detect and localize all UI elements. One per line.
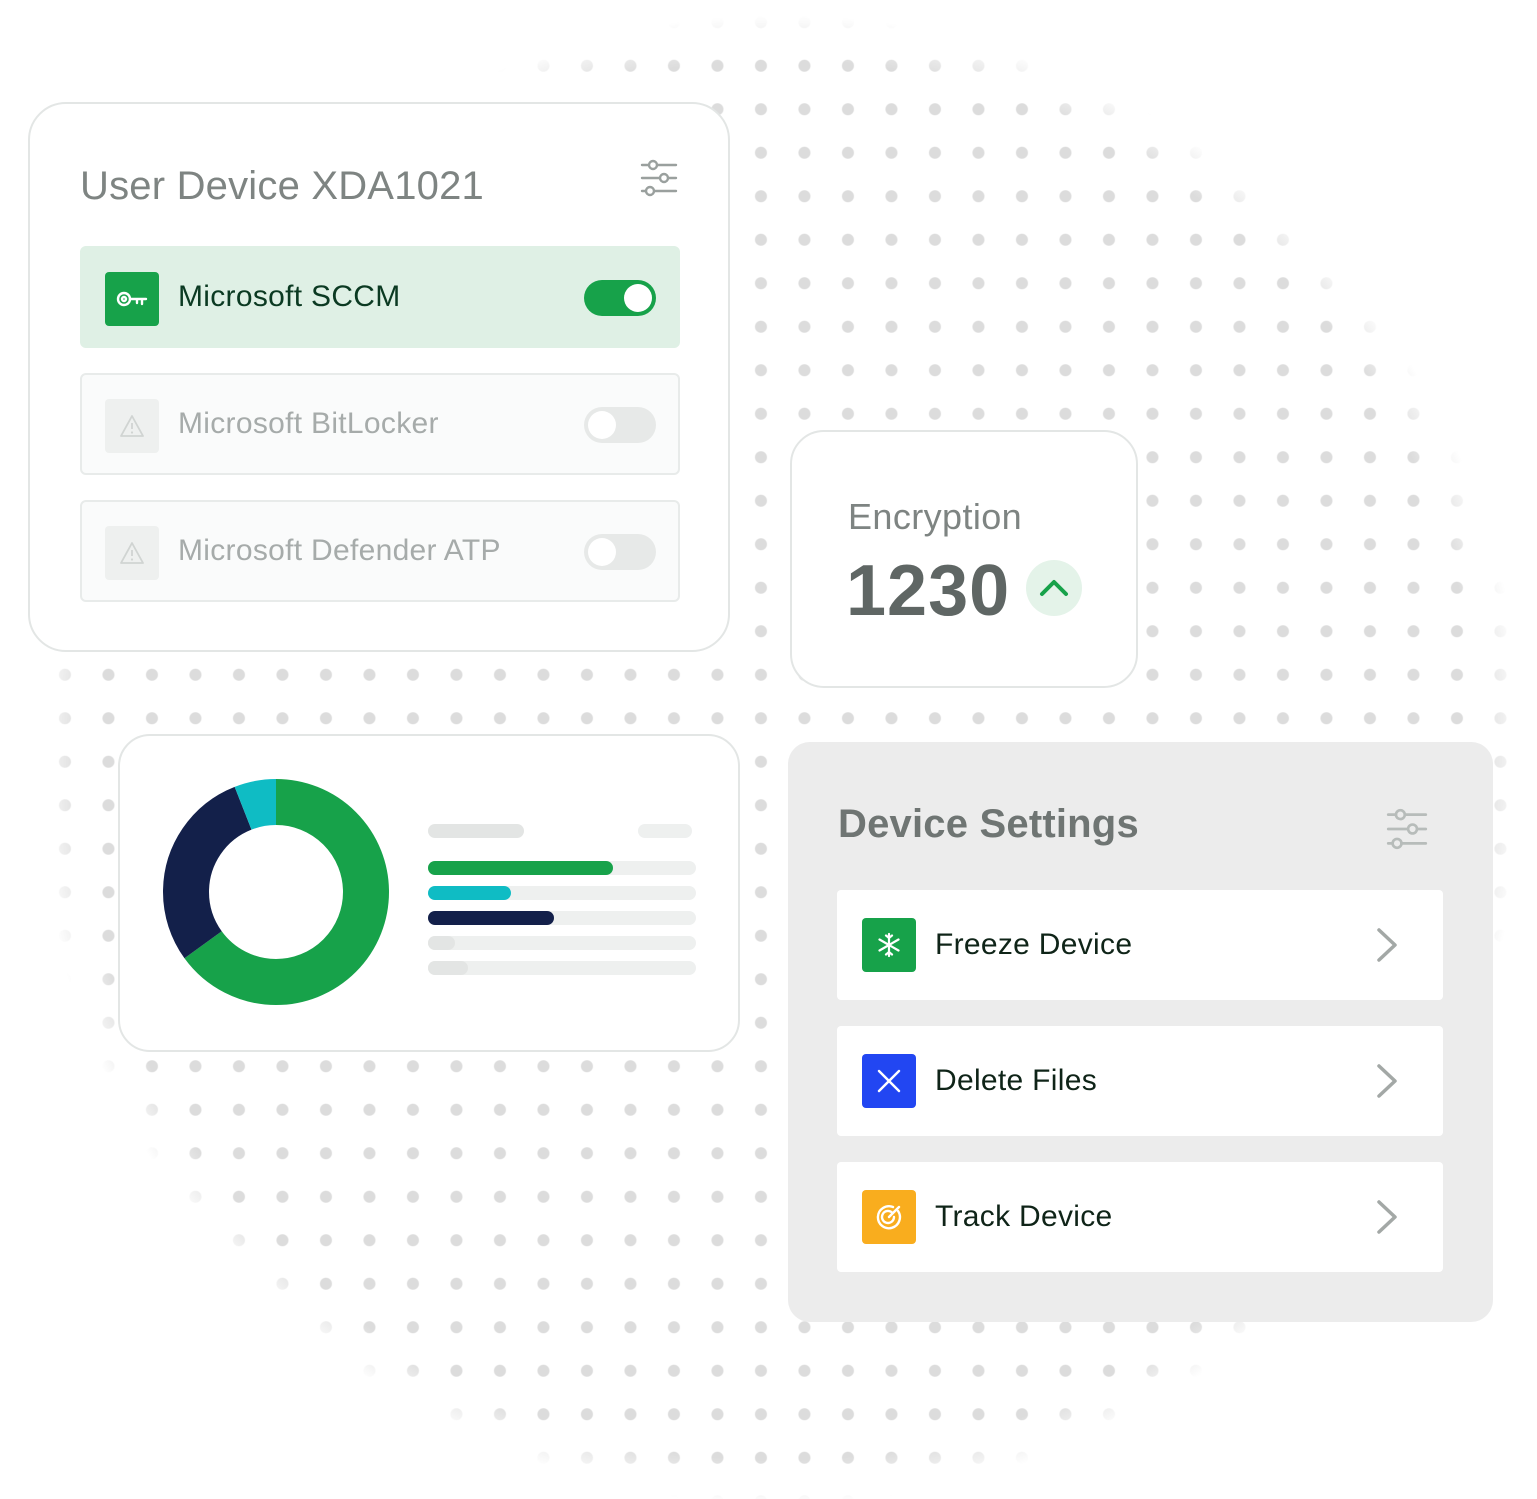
sliders-icon[interactable] (1386, 808, 1428, 850)
donut-chart (163, 779, 389, 1005)
action-label: Freeze Device (935, 928, 1133, 961)
device-settings-card: Device Settings Freeze Device Delete Fil… (788, 742, 1493, 1322)
integration-row-sccm[interactable]: Microsoft SCCM (80, 246, 680, 348)
action-freeze-device[interactable]: Freeze Device (837, 890, 1443, 1000)
chevron-right-icon (1377, 1200, 1397, 1234)
sliders-icon[interactable] (640, 159, 678, 197)
encryption-card: Encryption 1230 (790, 430, 1138, 688)
card-title: User Device XDA1021 (80, 164, 484, 208)
integration-row-defender[interactable]: Microsoft Defender ATP (80, 500, 680, 602)
legend-placeholder-title (428, 824, 524, 838)
integration-toggle[interactable] (584, 534, 656, 570)
legend-bar-2 (428, 911, 696, 925)
chart-card (118, 734, 740, 1052)
integration-toggle[interactable] (584, 280, 656, 316)
legend-bar-4 (428, 961, 696, 975)
legend-bar-1 (428, 886, 696, 900)
integration-label: Microsoft SCCM (178, 280, 401, 313)
action-label: Delete Files (935, 1064, 1097, 1097)
encryption-value: 1230 (846, 551, 1011, 631)
snowflake-icon (862, 918, 916, 972)
user-device-card: User Device XDA1021 Microsoft SCCM Micro… (28, 102, 730, 652)
card-title: Device Settings (838, 802, 1139, 846)
action-label: Track Device (935, 1200, 1113, 1233)
chevron-up-icon (1026, 560, 1082, 616)
warning-icon (105, 399, 159, 453)
legend-bar-3 (428, 936, 696, 950)
chevron-right-icon (1377, 928, 1397, 962)
integration-label: Microsoft Defender ATP (178, 534, 501, 567)
legend-bar-fill (428, 861, 613, 875)
legend-bar-fill (428, 911, 554, 925)
legend-bar-fill (428, 886, 512, 900)
legend-bar-0 (428, 861, 696, 875)
integration-label: Microsoft BitLocker (178, 407, 439, 440)
target-icon (862, 1190, 916, 1244)
legend-bar-fill (428, 961, 469, 975)
encryption-label: Encryption (848, 496, 1023, 537)
action-track-device[interactable]: Track Device (837, 1162, 1443, 1272)
close-icon (862, 1054, 916, 1108)
warning-icon (105, 526, 159, 580)
action-delete-files[interactable]: Delete Files (837, 1026, 1443, 1136)
chevron-right-icon (1377, 1064, 1397, 1098)
integration-toggle[interactable] (584, 407, 656, 443)
integration-row-bitlocker[interactable]: Microsoft BitLocker (80, 373, 680, 475)
legend-bar-fill (428, 936, 455, 950)
key-icon (105, 272, 159, 326)
legend-placeholder-value (638, 824, 692, 838)
